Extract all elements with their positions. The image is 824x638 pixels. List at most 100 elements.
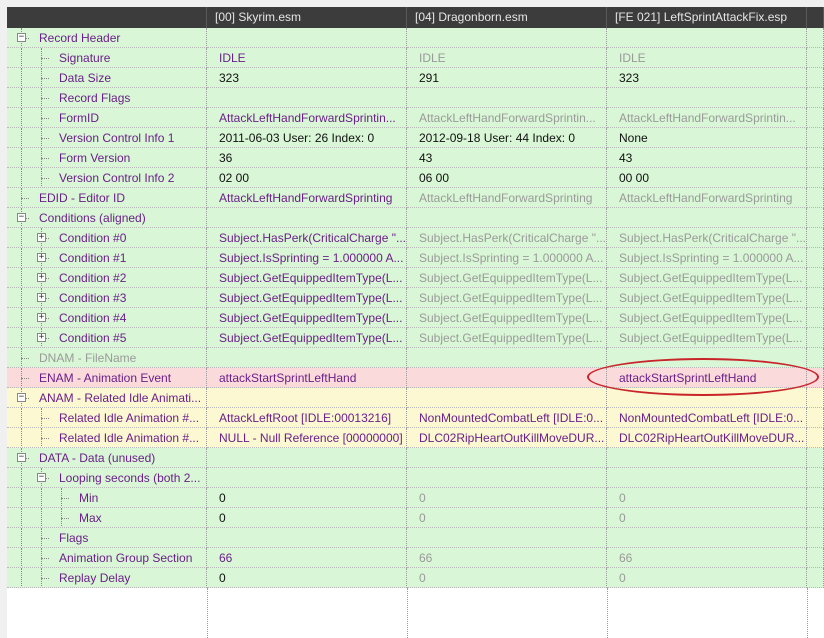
dragonborn-value[interactable]: 0 [407, 568, 607, 588]
tree-row-label-cell[interactable]: − DATA - Data (unused) [7, 448, 207, 468]
tree-row[interactable]: Version Control Info 2 02 00 06 00 00 00 [7, 168, 824, 188]
tree-row[interactable]: Flags [7, 528, 824, 548]
leftsprintattackfix-value[interactable]: Subject.GetEquippedItemType(L... [607, 308, 807, 328]
leftsprintattackfix-value[interactable]: 0 [607, 508, 807, 528]
leftsprintattackfix-value[interactable]: NonMountedCombatLeft [IDLE:0... [607, 408, 807, 428]
tree-row-label-cell[interactable]: Related Idle Animation #... [7, 428, 207, 448]
skyrim-value[interactable] [207, 208, 407, 228]
dragonborn-value[interactable]: Subject.GetEquippedItemType(L... [407, 328, 607, 348]
skyrim-value[interactable]: Subject.HasPerk(CriticalCharge "... [207, 228, 407, 248]
expand-icon[interactable]: + [37, 233, 46, 242]
skyrim-value[interactable]: 0 [207, 488, 407, 508]
skyrim-value[interactable]: 0 [207, 568, 407, 588]
expand-icon[interactable]: + [37, 333, 46, 342]
skyrim-value[interactable]: 66 [207, 548, 407, 568]
dragonborn-value[interactable]: AttackLeftHandForwardSprinting [407, 188, 607, 208]
skyrim-value[interactable]: AttackLeftRoot [IDLE:00013216] [207, 408, 407, 428]
tree-row[interactable]: EDID - Editor ID AttackLeftHandForwardSpr… [7, 188, 824, 208]
dragonborn-value[interactable]: 0 [407, 488, 607, 508]
dragonborn-value[interactable] [407, 368, 607, 388]
tree-row[interactable]: Record Flags [7, 88, 824, 108]
tree-row[interactable]: + Condition #4 Subject.GetEquippedItemType… [7, 308, 824, 328]
skyrim-value[interactable]: Subject.GetEquippedItemType(L... [207, 268, 407, 288]
tree-row-label-cell[interactable]: FormID [7, 108, 207, 128]
dragonborn-value[interactable]: AttackLeftHandForwardSprintin... [407, 108, 607, 128]
skyrim-value[interactable]: NULL - Null Reference [00000000] [207, 428, 407, 448]
tree-row-label-cell[interactable]: + Condition #1 [7, 248, 207, 268]
dragonborn-value[interactable] [407, 448, 607, 468]
tree-row[interactable]: Version Control Info 1 2011-06-03 User: 2… [7, 128, 824, 148]
tree-row-label-cell[interactable]: Record Flags [7, 88, 207, 108]
dragonborn-value[interactable]: 0 [407, 508, 607, 528]
dragonborn-value[interactable]: NonMountedCombatLeft [IDLE:0... [407, 408, 607, 428]
skyrim-value[interactable]: AttackLeftHandForwardSprintin... [207, 108, 407, 128]
leftsprintattackfix-value[interactable] [607, 88, 807, 108]
tree-row[interactable]: + Condition #2 Subject.GetEquippedItemType… [7, 268, 824, 288]
tree-row-label-cell[interactable]: Form Version [7, 148, 207, 168]
leftsprintattackfix-value[interactable]: Subject.IsSprinting = 1.000000 A... [607, 248, 807, 268]
skyrim-value[interactable] [207, 88, 407, 108]
leftsprintattackfix-value[interactable]: AttackLeftHandForwardSprintin... [607, 108, 807, 128]
skyrim-value[interactable] [207, 348, 407, 368]
leftsprintattackfix-value[interactable]: Subject.GetEquippedItemType(L... [607, 328, 807, 348]
column-header-record[interactable] [7, 7, 207, 28]
collapse-icon[interactable]: − [17, 213, 26, 222]
skyrim-value[interactable]: Subject.GetEquippedItemType(L... [207, 328, 407, 348]
dragonborn-value[interactable]: DLC02RipHeartOutKillMoveDUR... [407, 428, 607, 448]
tree-row-label-cell[interactable]: Replay Delay [7, 568, 207, 588]
tree-row-label-cell[interactable]: + Condition #5 [7, 328, 207, 348]
tree-row-label-cell[interactable]: + Condition #2 [7, 268, 207, 288]
tree-row-label-cell[interactable]: Data Size [7, 68, 207, 88]
tree-row[interactable]: FormID AttackLeftHandForwardSprintin... At… [7, 108, 824, 128]
tree-row-label-cell[interactable]: DNAM - FileName [7, 348, 207, 368]
tree-row-label-cell[interactable]: Max [7, 508, 207, 528]
skyrim-value[interactable]: 323 [207, 68, 407, 88]
leftsprintattackfix-value[interactable]: 43 [607, 148, 807, 168]
dragonborn-value[interactable]: Subject.GetEquippedItemType(L... [407, 268, 607, 288]
tree-row[interactable]: Min 0 0 0 [7, 488, 824, 508]
tree-row-label-cell[interactable]: − Record Header [7, 28, 207, 48]
tree-row[interactable]: Signature IDLE IDLE IDLE [7, 48, 824, 68]
leftsprintattackfix-value[interactable]: IDLE [607, 48, 807, 68]
leftsprintattackfix-value[interactable]: Subject.GetEquippedItemType(L... [607, 288, 807, 308]
column-header-dragonborn[interactable]: [04] Dragonborn.esm [407, 7, 607, 28]
expand-icon[interactable]: + [37, 313, 46, 322]
tree-row-label-cell[interactable]: ENAM - Animation Event [7, 368, 207, 388]
skyrim-value[interactable]: 2011-06-03 User: 26 Index: 0 [207, 128, 407, 148]
skyrim-value[interactable]: Subject.GetEquippedItemType(L... [207, 288, 407, 308]
tree-row[interactable]: + Condition #3 Subject.GetEquippedItemType… [7, 288, 824, 308]
tree-row-label-cell[interactable]: Animation Group Section [7, 548, 207, 568]
tree-row[interactable]: − Record Header [7, 28, 824, 48]
leftsprintattackfix-value[interactable]: None [607, 128, 807, 148]
expand-icon[interactable]: + [37, 273, 46, 282]
dragonborn-value[interactable]: 06 00 [407, 168, 607, 188]
skyrim-value[interactable] [207, 528, 407, 548]
tree-row-label-cell[interactable]: Flags [7, 528, 207, 548]
collapse-icon[interactable]: − [17, 453, 26, 462]
dragonborn-value[interactable]: 66 [407, 548, 607, 568]
dragonborn-value[interactable]: 43 [407, 148, 607, 168]
skyrim-value[interactable]: 36 [207, 148, 407, 168]
dragonborn-value[interactable] [407, 208, 607, 228]
dragonborn-value[interactable]: 2012-09-18 User: 44 Index: 0 [407, 128, 607, 148]
dragonborn-value[interactable] [407, 348, 607, 368]
tree-row[interactable]: + Condition #5 Subject.GetEquippedItemType… [7, 328, 824, 348]
skyrim-value[interactable]: IDLE [207, 48, 407, 68]
dragonborn-value[interactable]: Subject.GetEquippedItemType(L... [407, 288, 607, 308]
skyrim-value[interactable] [207, 388, 407, 408]
tree-row[interactable]: Data Size 323 291 323 [7, 68, 824, 88]
tree-row-label-cell[interactable]: Min [7, 488, 207, 508]
tree-row-label-cell[interactable]: Version Control Info 2 [7, 168, 207, 188]
leftsprintattackfix-value[interactable] [607, 448, 807, 468]
collapse-icon[interactable]: − [17, 33, 26, 42]
tree-row-label-cell[interactable]: Version Control Info 1 [7, 128, 207, 148]
skyrim-value[interactable]: 0 [207, 508, 407, 528]
dragonborn-value[interactable]: IDLE [407, 48, 607, 68]
collapse-icon[interactable]: − [17, 393, 26, 402]
tree-row[interactable]: Max 0 0 0 [7, 508, 824, 528]
tree-row-label-cell[interactable]: EDID - Editor ID [7, 188, 207, 208]
leftsprintattackfix-value[interactable] [607, 468, 807, 488]
dragonborn-value[interactable] [407, 528, 607, 548]
skyrim-value[interactable]: AttackLeftHandForwardSprinting [207, 188, 407, 208]
tree-row[interactable]: Animation Group Section 66 66 66 [7, 548, 824, 568]
